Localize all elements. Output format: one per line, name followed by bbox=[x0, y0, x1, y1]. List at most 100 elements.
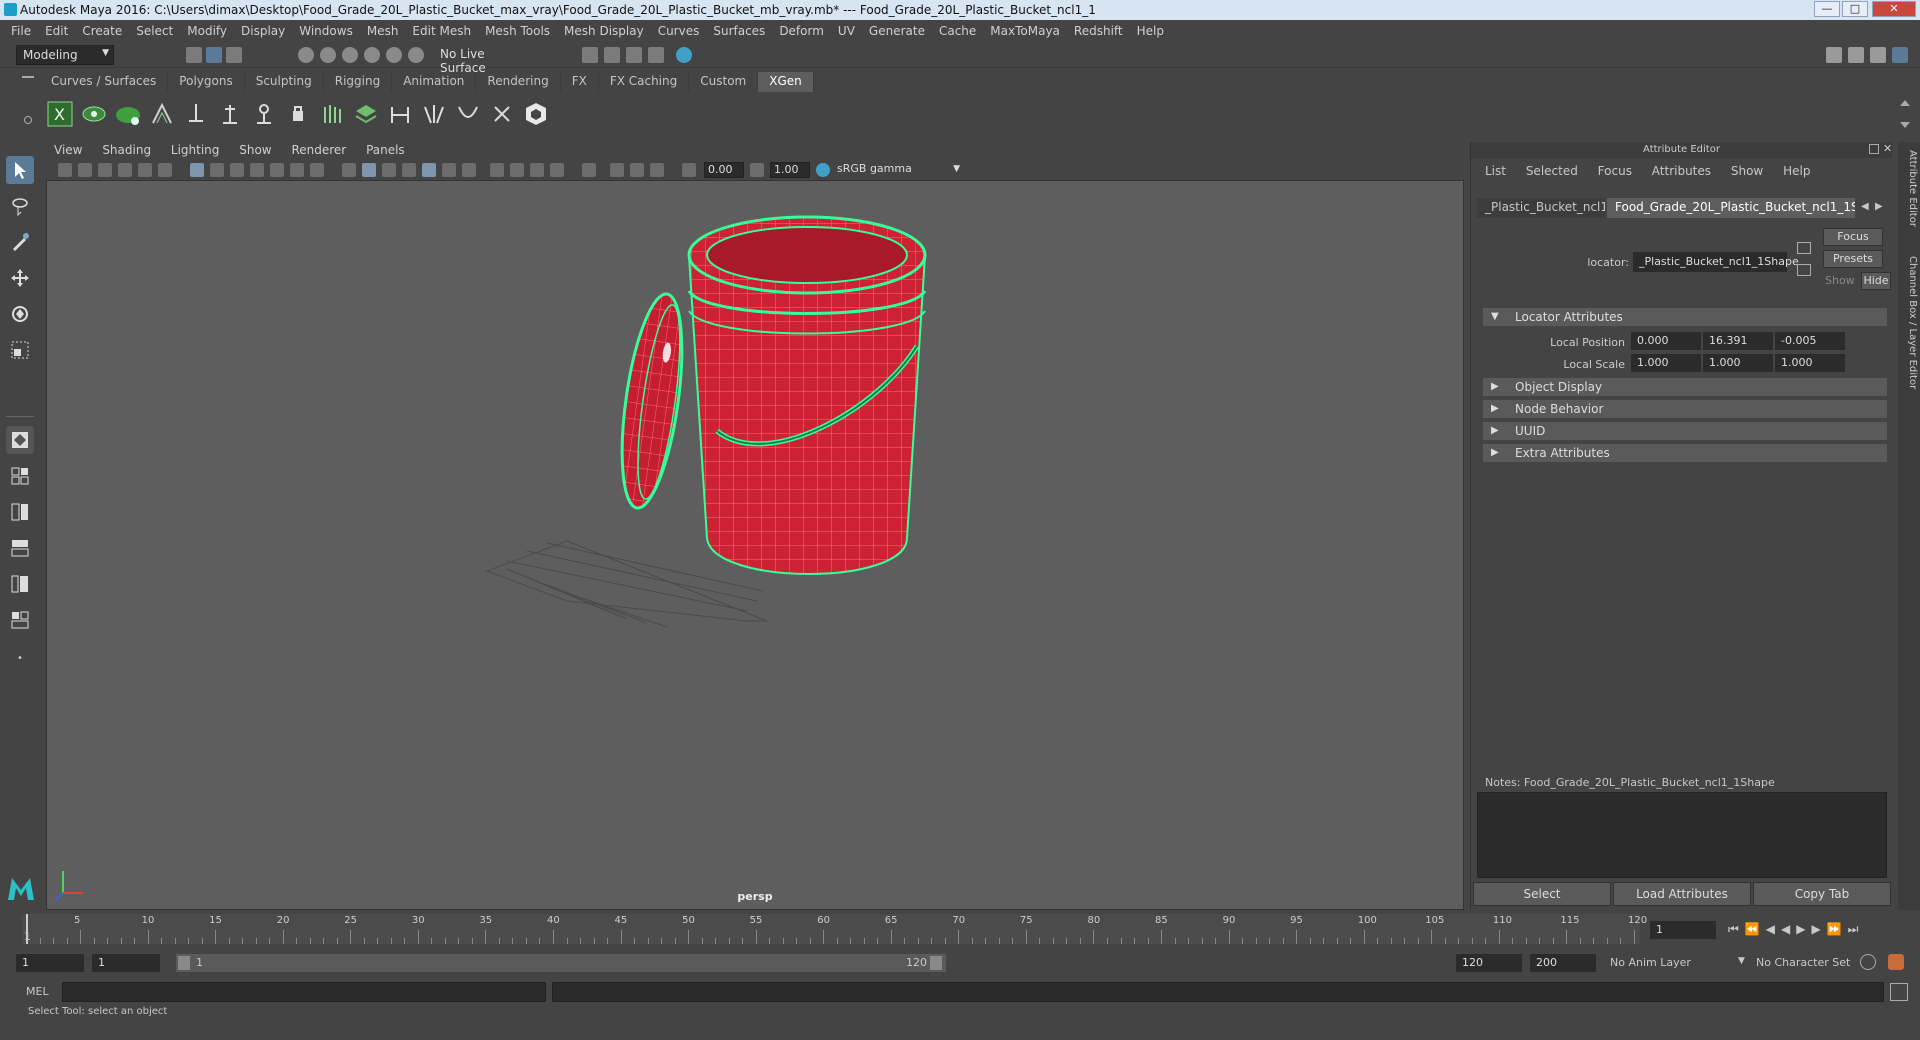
local-position-x[interactable]: 0.000 bbox=[1631, 332, 1701, 350]
menu-uv[interactable]: UV bbox=[831, 24, 862, 38]
select-hierarchy-icon[interactable] bbox=[186, 47, 202, 63]
section-extra-attributes[interactable]: ▶ Extra Attributes bbox=[1483, 444, 1887, 462]
range-end-handle[interactable] bbox=[930, 956, 942, 970]
exposure-icon[interactable] bbox=[682, 163, 696, 177]
gamma-field[interactable]: 1.00 bbox=[770, 162, 810, 178]
side-by-side-layout-icon[interactable] bbox=[6, 498, 34, 526]
tab-next-icon[interactable]: ▶ bbox=[1875, 201, 1883, 212]
current-frame-field[interactable]: 1 bbox=[1650, 921, 1716, 939]
script-editor-icon[interactable] bbox=[1890, 983, 1908, 1001]
color-management-icon[interactable] bbox=[816, 163, 830, 177]
xgen-hexagon-icon[interactable] bbox=[522, 100, 550, 128]
copy-tab-button[interactable]: Copy Tab bbox=[1753, 882, 1891, 906]
single-perspective-layout-icon[interactable] bbox=[6, 426, 34, 454]
command-input[interactable] bbox=[62, 982, 546, 1002]
persp-graph-layout-icon[interactable] bbox=[6, 534, 34, 562]
xgen-lock-guide-icon[interactable] bbox=[284, 100, 312, 128]
tab-curves-surfaces[interactable]: Curves / Surfaces bbox=[40, 72, 169, 92]
vp-menu-panels[interactable]: Panels bbox=[358, 142, 413, 158]
xgen-editor-icon[interactable]: X bbox=[46, 100, 74, 128]
xgen-hair-guides-icon[interactable] bbox=[318, 100, 346, 128]
snap-plane-icon[interactable] bbox=[408, 47, 424, 63]
shelf-settings-icon[interactable] bbox=[24, 116, 32, 124]
move-tool-icon[interactable] bbox=[6, 264, 34, 292]
vp-menu-renderer[interactable]: Renderer bbox=[283, 142, 354, 158]
animation-end-field[interactable]: 200 bbox=[1530, 954, 1596, 972]
menu-mesh-display[interactable]: Mesh Display bbox=[557, 24, 651, 38]
show-button[interactable]: Show bbox=[1825, 274, 1855, 287]
scale-tool-icon[interactable] bbox=[6, 336, 34, 364]
xgen-add-guide-icon[interactable] bbox=[182, 100, 210, 128]
gamma-icon[interactable] bbox=[750, 163, 764, 177]
shelf-scroll-up-icon[interactable] bbox=[1900, 100, 1910, 106]
bucket-model[interactable] bbox=[47, 181, 1465, 911]
menu-modify[interactable]: Modify bbox=[180, 24, 234, 38]
snap-curve-icon[interactable] bbox=[320, 47, 336, 63]
step-forward-key-icon[interactable]: ⏩ bbox=[1827, 922, 1848, 936]
tab-custom[interactable]: Custom bbox=[689, 72, 759, 92]
lasso-tool-icon[interactable] bbox=[6, 192, 34, 220]
tab-xgen[interactable]: XGen bbox=[758, 72, 814, 92]
depth-of-field-icon[interactable] bbox=[550, 163, 564, 177]
field-chart-icon[interactable] bbox=[270, 163, 284, 177]
select-object-icon[interactable] bbox=[206, 47, 222, 63]
menu-redshift[interactable]: Redshift bbox=[1067, 24, 1130, 38]
menu-mesh-tools[interactable]: Mesh Tools bbox=[478, 24, 557, 38]
tool-settings-icon[interactable] bbox=[1870, 47, 1886, 63]
tab-sculpting[interactable]: Sculpting bbox=[244, 72, 324, 92]
play-forward-icon[interactable]: ▶ bbox=[1796, 922, 1811, 936]
menu-deform[interactable]: Deform bbox=[772, 24, 831, 38]
section-object-display[interactable]: ▶ Object Display bbox=[1483, 378, 1887, 396]
menu-create[interactable]: Create bbox=[75, 24, 129, 38]
animation-start-field[interactable]: 1 bbox=[16, 954, 84, 972]
bookmark-icon[interactable] bbox=[98, 163, 112, 177]
xgen-cut-icon[interactable] bbox=[488, 100, 516, 128]
menu-edit-mesh[interactable]: Edit Mesh bbox=[405, 24, 478, 38]
menu-curves[interactable]: Curves bbox=[651, 24, 707, 38]
xgen-place-guides-icon[interactable] bbox=[148, 100, 176, 128]
paint-select-tool-icon[interactable] bbox=[6, 228, 34, 256]
xgen-sculpt-guides-icon[interactable] bbox=[216, 100, 244, 128]
locator-name-field[interactable]: _Plastic_Bucket_ncl1_1Shape bbox=[1633, 252, 1799, 272]
menu-cache[interactable]: Cache bbox=[932, 24, 983, 38]
tab-prev-icon[interactable]: ◀ bbox=[1861, 201, 1869, 212]
safe-title-icon[interactable] bbox=[310, 163, 324, 177]
render-view-icon[interactable] bbox=[676, 47, 692, 63]
command-language-label[interactable]: MEL bbox=[26, 985, 49, 998]
ae-menu-selected[interactable]: Selected bbox=[1518, 164, 1586, 178]
character-set-dropdown[interactable]: No Character Set bbox=[1756, 956, 1850, 969]
ae-tab-transform[interactable]: _Plastic_Bucket_ncl1_1 bbox=[1477, 198, 1605, 218]
backface-culling-icon[interactable] bbox=[650, 163, 664, 177]
wireframe-icon[interactable] bbox=[342, 163, 356, 177]
shelf-scroll-down-icon[interactable] bbox=[1900, 122, 1910, 128]
ae-menu-focus[interactable]: Focus bbox=[1590, 164, 1640, 178]
hypershade-layout-icon[interactable] bbox=[6, 606, 34, 634]
go-to-start-icon[interactable]: ⏮ bbox=[1728, 922, 1745, 936]
section-node-behavior[interactable]: ▶ Node Behavior bbox=[1483, 400, 1887, 418]
step-forward-frame-icon[interactable]: ▶ bbox=[1811, 922, 1826, 936]
section-uuid[interactable]: ▶ UUID bbox=[1483, 422, 1887, 440]
close-panel-icon[interactable]: ✕ bbox=[1883, 142, 1892, 155]
range-slider[interactable]: 1 120 bbox=[176, 954, 946, 972]
step-back-frame-icon[interactable]: ◀ bbox=[1766, 922, 1781, 936]
local-position-z[interactable]: -0.005 bbox=[1775, 332, 1845, 350]
image-plane-icon[interactable] bbox=[118, 163, 132, 177]
xgen-create-description-icon[interactable] bbox=[114, 100, 142, 128]
menu-maxtomaya[interactable]: MaxToMaya bbox=[983, 24, 1067, 38]
menu-surfaces[interactable]: Surfaces bbox=[706, 24, 772, 38]
tab-polygons[interactable]: Polygons bbox=[168, 72, 245, 92]
vp-menu-show[interactable]: Show bbox=[231, 142, 279, 158]
isolate-select-icon[interactable] bbox=[582, 163, 596, 177]
textured-icon[interactable] bbox=[422, 163, 436, 177]
focus-button[interactable]: Focus bbox=[1823, 228, 1883, 246]
snap-view-icon[interactable] bbox=[364, 47, 380, 63]
exposure-field[interactable]: 0.00 bbox=[704, 162, 744, 178]
use-default-material-icon[interactable] bbox=[382, 163, 396, 177]
select-component-icon[interactable] bbox=[226, 47, 242, 63]
playback-start-field[interactable]: 1 bbox=[92, 954, 160, 972]
ae-menu-help[interactable]: Help bbox=[1775, 164, 1818, 178]
xray-joints-icon[interactable] bbox=[630, 163, 644, 177]
local-scale-z[interactable]: 1.000 bbox=[1775, 354, 1845, 372]
snap-surface-icon[interactable] bbox=[386, 47, 402, 63]
select-tool-icon[interactable] bbox=[6, 156, 34, 184]
